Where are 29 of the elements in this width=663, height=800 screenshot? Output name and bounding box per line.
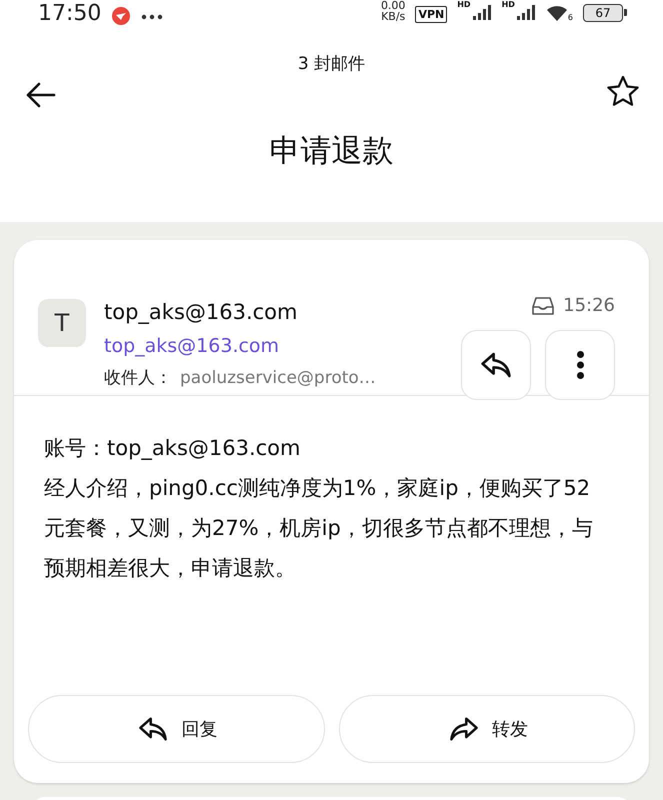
hd-label: HD xyxy=(457,0,471,10)
sender-name: top_aks@163.com xyxy=(104,299,298,326)
wifi-icon xyxy=(546,4,568,22)
vpn-badge: VPN xyxy=(415,6,448,23)
more-icon xyxy=(576,351,584,379)
wifi-label: 6 xyxy=(568,13,573,22)
recipient-address: paoluzservice@proto… xyxy=(180,367,376,390)
body-paragraph: 经人介绍，ping0.cc测纯净度为1%，家庭ip，便购买了52元套餐，又测，为27%，机房ip，切很多节点都不理想，与预期相差很大，申请退款。 xyxy=(44,475,594,582)
status-time: 17:50 xyxy=(38,0,102,28)
message-time: 15:26 xyxy=(563,295,615,316)
notification-icon xyxy=(111,6,132,26)
recipient-label: 收件人： xyxy=(104,367,172,390)
email-subject: 申请退款 xyxy=(268,132,394,171)
battery-level: 67 xyxy=(583,4,623,22)
more-button[interactable] xyxy=(545,330,615,400)
body-paragraph: 账号：top_aks@163.com xyxy=(44,435,302,462)
speed-unit: KB/s xyxy=(381,11,406,22)
reply-button[interactable] xyxy=(461,330,531,400)
hd-label: HD xyxy=(502,0,515,10)
message-count: 3 封邮件 xyxy=(298,53,366,75)
inbox-icon xyxy=(531,296,556,316)
sender-avatar: T xyxy=(38,299,86,347)
forward-action-button[interactable]: 转发 xyxy=(338,695,635,763)
speed-value: 0.00 xyxy=(380,0,406,11)
signal-icon xyxy=(472,4,492,20)
sender-address[interactable]: top_aks@163.com xyxy=(104,331,461,361)
more-icon xyxy=(141,14,164,20)
signal-icon xyxy=(516,4,536,20)
reply-action-button[interactable]: 回复 xyxy=(28,695,324,763)
